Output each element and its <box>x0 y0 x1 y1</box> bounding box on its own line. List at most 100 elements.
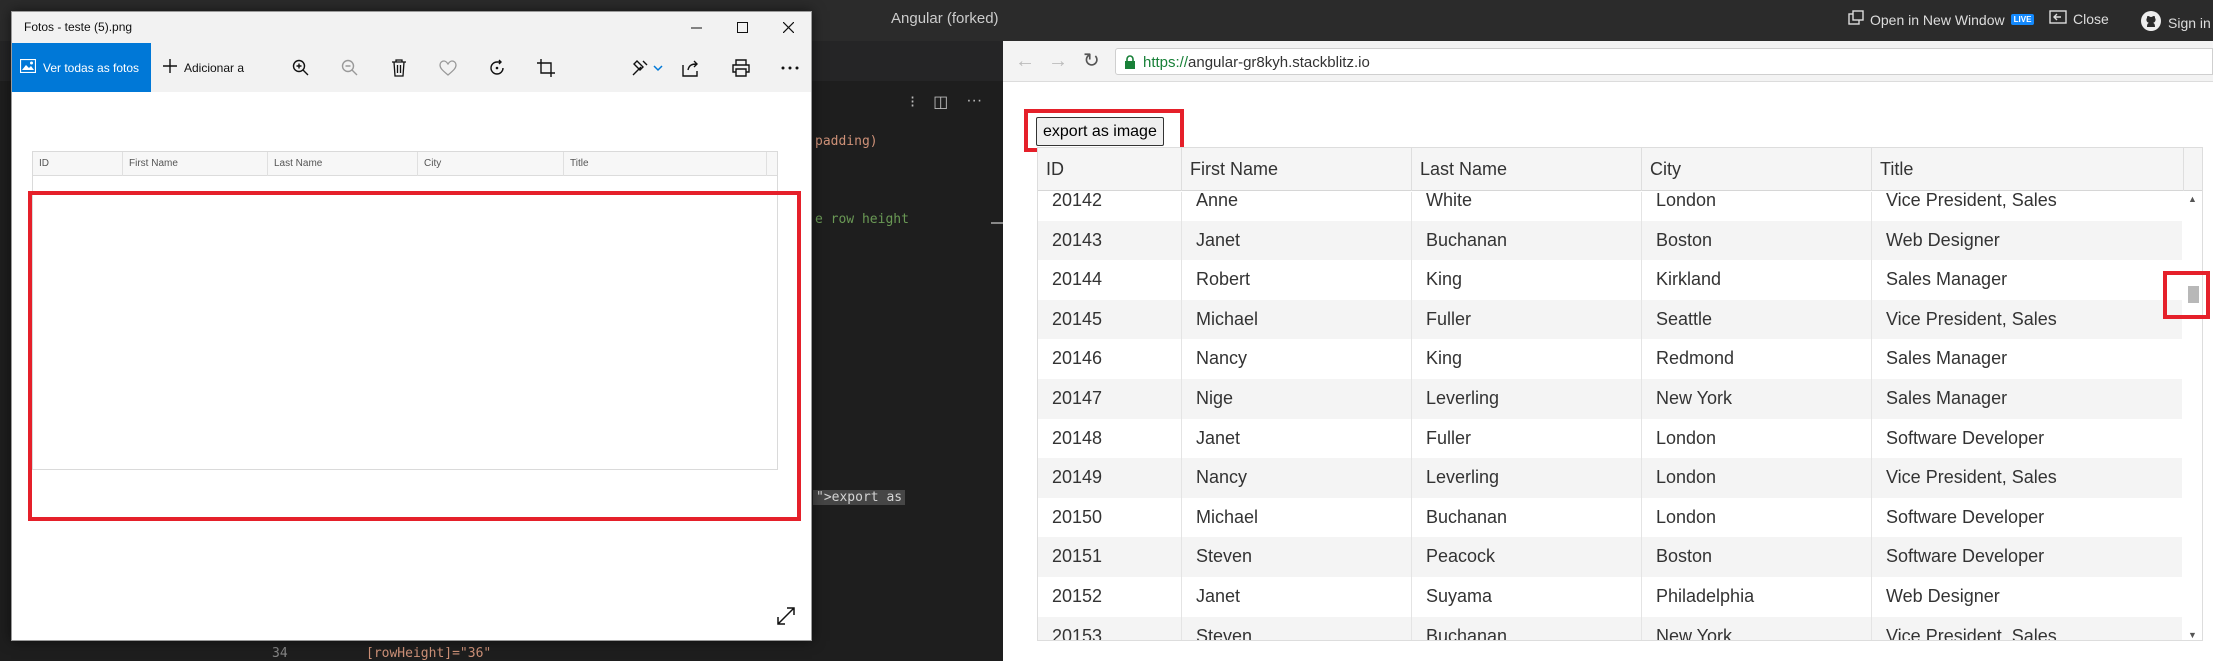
table-cell[interactable]: Web Designer <box>1872 220 2184 261</box>
table-cell[interactable]: 20144 <box>1038 260 1182 300</box>
table-cell[interactable]: London <box>1642 192 1872 221</box>
table-cell[interactable]: 20145 <box>1038 299 1182 340</box>
open-new-window-button[interactable]: Open in New Window LIVE <box>1848 10 2035 29</box>
sign-in-button[interactable]: Sign in <box>2140 10 2211 35</box>
table-cell[interactable]: King <box>1412 339 1642 379</box>
table-cell[interactable]: Software Developer <box>1872 537 2184 577</box>
format-icon[interactable]: ⁝ <box>910 92 915 112</box>
see-all-photos-button[interactable]: Ver todas as fotos <box>12 43 151 92</box>
table-cell[interactable]: Robert <box>1182 260 1412 300</box>
table-cell[interactable]: Anne <box>1182 192 1412 221</box>
grid-body[interactable]: 20142 Anne White London Vice President, Sale… <box>1038 192 2184 640</box>
table-row[interactable]: 20143 Janet Buchanan Boston Web Designer <box>1038 220 2184 261</box>
delete-icon[interactable] <box>388 57 410 79</box>
table-cell[interactable]: Nancy <box>1182 339 1412 379</box>
table-cell[interactable]: 20150 <box>1038 497 1182 538</box>
table-cell[interactable]: Vice President, Sales <box>1872 458 2184 498</box>
table-cell[interactable]: Buchanan <box>1412 220 1642 261</box>
table-row[interactable]: 20153 Steven Buchanan New York Vice Presiden… <box>1038 616 2184 640</box>
url-bar[interactable]: https://angular-gr8kyh.stackblitz.io <box>1115 48 2213 75</box>
scroll-up-arrow-icon[interactable]: ▲ <box>2188 194 2197 204</box>
grid-header-cell[interactable]: City <box>1642 148 1872 191</box>
table-cell[interactable]: Suyama <box>1412 577 1642 617</box>
table-cell[interactable]: Peacock <box>1412 537 1642 577</box>
edit-create-dropdown-icon[interactable] <box>630 57 666 79</box>
table-cell[interactable]: Vice President, Sales <box>1872 616 2184 640</box>
table-cell[interactable]: Redmond <box>1642 339 1872 379</box>
table-cell[interactable]: 20148 <box>1038 418 1182 459</box>
more-actions-icon[interactable]: ··· <box>966 92 982 112</box>
table-row[interactable]: 20144 Robert King Kirkland Sales Manager <box>1038 260 2184 300</box>
table-cell[interactable]: Leverling <box>1412 458 1642 498</box>
table-cell[interactable]: 20147 <box>1038 379 1182 419</box>
table-cell[interactable]: London <box>1642 458 1872 498</box>
table-cell[interactable]: King <box>1412 260 1642 300</box>
table-cell[interactable]: Fuller <box>1412 418 1642 459</box>
table-cell[interactable]: Leverling <box>1412 379 1642 419</box>
full-screen-expand-icon[interactable] <box>776 606 796 631</box>
table-cell[interactable]: Steven <box>1182 537 1412 577</box>
back-arrow-icon[interactable]: ← <box>1015 50 1035 73</box>
split-editor-icon[interactable]: ◫ <box>933 92 948 112</box>
table-cell[interactable]: Michael <box>1182 497 1412 538</box>
grid-header-cell[interactable]: Title <box>1872 148 2184 191</box>
table-cell[interactable]: 20152 <box>1038 577 1182 617</box>
table-cell[interactable]: Software Developer <box>1872 497 2184 538</box>
table-cell[interactable]: Philadelphia <box>1642 577 1872 617</box>
table-cell[interactable]: Janet <box>1182 577 1412 617</box>
table-cell[interactable]: Kirkland <box>1642 260 1872 300</box>
more-options-icon[interactable] <box>779 57 801 79</box>
grid-header-cell[interactable]: First Name <box>1182 148 1412 191</box>
table-cell[interactable]: Vice President, Sales <box>1872 299 2184 340</box>
table-cell[interactable]: Software Developer <box>1872 418 2184 459</box>
table-cell[interactable]: Boston <box>1642 537 1872 577</box>
share-icon[interactable] <box>680 57 702 79</box>
reload-icon[interactable]: ↻ <box>1083 48 1100 73</box>
minimize-icon[interactable] <box>673 12 719 43</box>
table-cell[interactable]: Buchanan <box>1412 616 1642 640</box>
vertical-scrollbar[interactable]: ▲ ▼ <box>2182 192 2202 640</box>
table-cell[interactable]: Sales Manager <box>1872 339 2184 379</box>
print-icon[interactable] <box>730 57 752 79</box>
table-cell[interactable]: London <box>1642 418 1872 459</box>
table-cell[interactable]: Vice President, Sales <box>1872 192 2184 221</box>
table-cell[interactable]: London <box>1642 497 1872 538</box>
table-row[interactable]: 20149 Nancy Leverling London Vice President,… <box>1038 458 2184 498</box>
table-row[interactable]: 20151 Steven Peacock Boston Software Develop… <box>1038 537 2184 577</box>
grid-header-cell[interactable]: ID <box>1038 148 1182 191</box>
table-cell[interactable]: White <box>1412 192 1642 221</box>
table-cell[interactable]: 20146 <box>1038 339 1182 379</box>
forward-arrow-icon[interactable]: → <box>1048 50 1068 73</box>
maximize-icon[interactable] <box>719 12 765 43</box>
table-row[interactable]: 20145 Michael Fuller Seattle Vice President,… <box>1038 299 2184 340</box>
table-cell[interactable]: 20143 <box>1038 220 1182 261</box>
crop-icon[interactable] <box>535 57 557 79</box>
zoom-in-icon[interactable] <box>290 57 312 79</box>
table-cell[interactable]: Sales Manager <box>1872 260 2184 300</box>
table-cell[interactable]: 20142 <box>1038 192 1182 221</box>
rotate-icon[interactable] <box>486 57 508 79</box>
table-row[interactable]: 20150 Michael Buchanan London Software Devel… <box>1038 497 2184 538</box>
table-cell[interactable]: Seattle <box>1642 299 1872 340</box>
table-cell[interactable]: Nige <box>1182 379 1412 419</box>
table-row[interactable]: 20148 Janet Fuller London Software Developer <box>1038 418 2184 459</box>
table-cell[interactable]: New York <box>1642 616 1872 640</box>
table-row[interactable]: 20146 Nancy King Redmond Sales Manager <box>1038 339 2184 379</box>
zoom-out-icon[interactable] <box>339 57 361 79</box>
table-cell[interactable]: New York <box>1642 379 1872 419</box>
scrollbar-thumb[interactable] <box>2188 286 2199 303</box>
table-row[interactable]: 20142 Anne White London Vice President, Sale… <box>1038 192 2184 221</box>
table-row[interactable]: 20152 Janet Suyama Philadelphia Web Designer <box>1038 577 2184 617</box>
table-row[interactable]: 20147 Nige Leverling New York Sales Manager <box>1038 379 2184 419</box>
close-window-icon[interactable] <box>765 12 811 43</box>
table-cell[interactable]: Boston <box>1642 220 1872 261</box>
table-cell[interactable]: Steven <box>1182 616 1412 640</box>
table-cell[interactable]: Janet <box>1182 220 1412 261</box>
table-cell[interactable]: Sales Manager <box>1872 379 2184 419</box>
table-cell[interactable]: 20149 <box>1038 458 1182 498</box>
table-cell[interactable]: Michael <box>1182 299 1412 340</box>
scroll-down-arrow-icon[interactable]: ▼ <box>2188 630 2197 640</box>
close-preview-button[interactable]: Close <box>2049 10 2109 27</box>
table-cell[interactable]: Buchanan <box>1412 497 1642 538</box>
table-cell[interactable]: Nancy <box>1182 458 1412 498</box>
